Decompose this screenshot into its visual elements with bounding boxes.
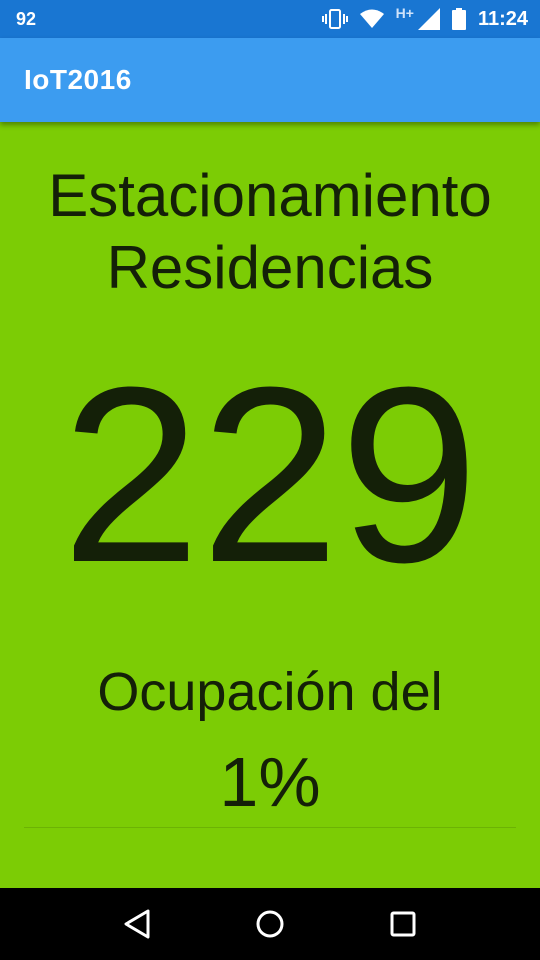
- app-title: IoT2016: [24, 64, 132, 95]
- status-bar: 92 H+ 11:24: [0, 0, 540, 38]
- navigation-bar: [0, 888, 540, 960]
- vibrate-icon: [321, 9, 348, 29]
- heading-line-2: Residencias: [106, 234, 434, 301]
- recents-icon: [390, 911, 416, 937]
- heading-line-1: Estacionamiento: [48, 162, 492, 229]
- parking-heading: Estacionamiento Residencias: [0, 160, 540, 304]
- clock: 11:24: [477, 7, 528, 30]
- home-icon: [256, 910, 284, 938]
- battery-icon: [451, 8, 466, 30]
- app-bar: IoT2016: [0, 38, 540, 122]
- network-type-label: H+: [395, 5, 414, 21]
- status-icons: H+ 11:24: [321, 5, 528, 31]
- divider: [24, 827, 516, 828]
- wifi-icon: [359, 9, 384, 29]
- home-button[interactable]: [240, 894, 300, 954]
- notification-count: 92: [16, 8, 37, 29]
- back-icon: [124, 909, 150, 939]
- occupancy-value: 1%: [219, 743, 321, 821]
- back-button[interactable]: [107, 894, 167, 954]
- signal-icon: [417, 8, 440, 30]
- available-count: 229: [61, 335, 479, 614]
- occupancy-label: Ocupación del: [97, 662, 443, 722]
- recents-button[interactable]: [373, 894, 433, 954]
- main-content: Estacionamiento Residencias 229 Ocupació…: [0, 122, 540, 888]
